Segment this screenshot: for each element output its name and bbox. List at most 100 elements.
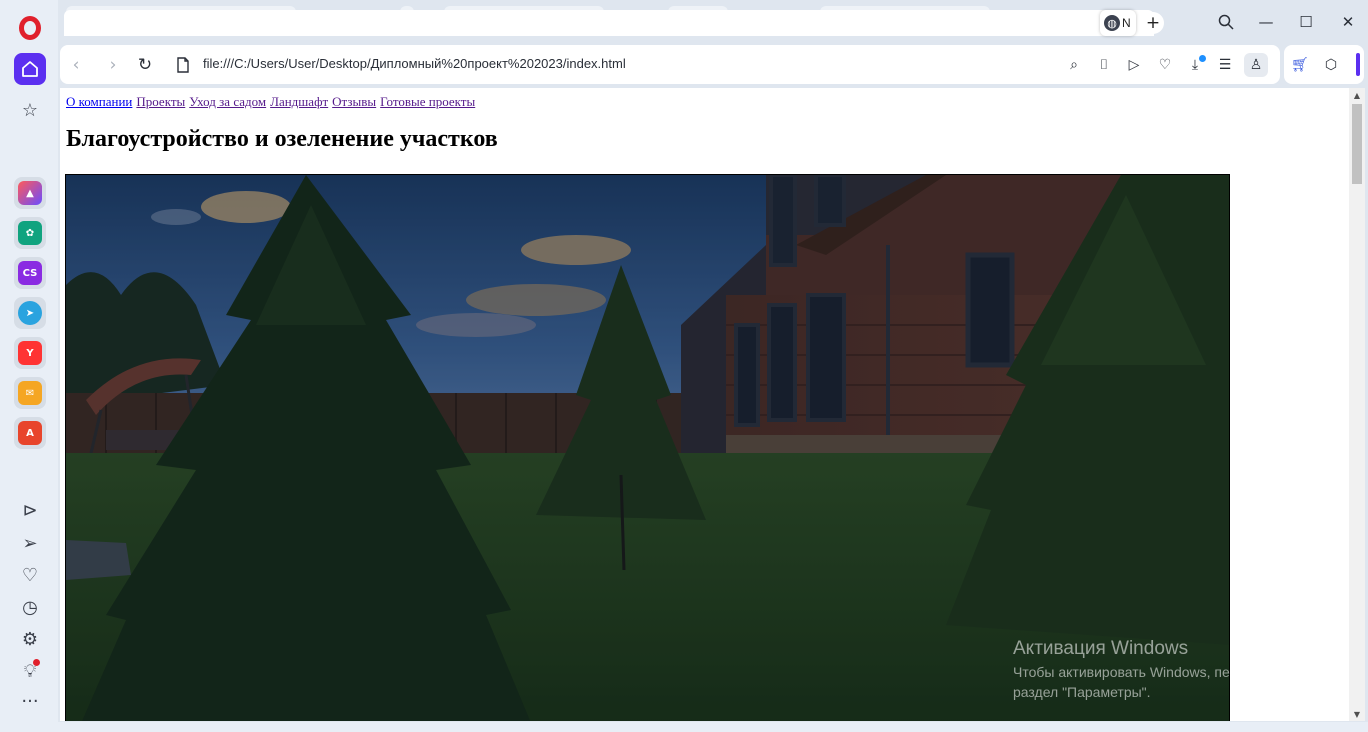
tab-bar: ◍ N + — ☐ ✕ xyxy=(58,0,1368,42)
yandex-icon: Y xyxy=(18,341,42,365)
yandex-label: Y xyxy=(26,347,34,359)
easy-setup-button[interactable]: ☰ xyxy=(1213,53,1237,77)
chevron-right-icon: › xyxy=(109,55,117,75)
camera-icon: ⌷ xyxy=(1099,57,1109,73)
star-icon: ☆ xyxy=(21,99,39,121)
site-nav: О компании Проекты Уход за садом Ландшафт От… xyxy=(66,94,479,110)
maximize-icon: ☐ xyxy=(1299,13,1313,31)
new-tab-button[interactable]: + xyxy=(1142,12,1164,34)
plus-icon: + xyxy=(1145,13,1161,33)
tab-search-button[interactable] xyxy=(1214,10,1238,34)
address-bar: ‹ › ↻ file:///C:/Users/User/Desktop/Дипл… xyxy=(60,45,1280,84)
close-icon: ✕ xyxy=(1341,13,1355,31)
page-viewport[interactable]: О компании Проекты Уход за садом Ландшафт От… xyxy=(60,88,1365,721)
flow-button[interactable]: ➢ xyxy=(17,530,43,556)
bookmarks-button[interactable]: ☆ xyxy=(17,97,43,123)
file-icon xyxy=(177,57,189,73)
chatsonic-icon: CS xyxy=(18,261,42,285)
zoom-search-icon: ⌕ xyxy=(1070,57,1078,73)
forward-button[interactable]: › xyxy=(101,53,125,77)
vertical-scrollbar[interactable]: ▲ ▼ xyxy=(1349,88,1365,721)
extensions-bar: 🛒︎ ⬡ xyxy=(1284,45,1364,84)
player-button[interactable]: ⊳ xyxy=(17,497,43,523)
more-dots-icon: ··· xyxy=(21,690,39,712)
play-circle-icon: ⊳ xyxy=(22,499,38,521)
back-button[interactable]: ‹ xyxy=(64,53,88,77)
mail-button[interactable]: ✉ xyxy=(14,377,46,409)
chatgpt-button[interactable]: ✿ xyxy=(14,217,46,249)
user-icon: ♙ xyxy=(1249,57,1263,73)
chevron-left-icon: ‹ xyxy=(72,55,80,75)
active-tab-title: N xyxy=(1122,16,1131,30)
scroll-thumb[interactable] xyxy=(1352,104,1362,184)
maximize-button[interactable]: ☐ xyxy=(1294,10,1318,34)
chatsonic-button[interactable]: CS xyxy=(14,257,46,289)
window-bottom-edge xyxy=(58,722,1368,732)
nav-link-projects[interactable]: Проекты xyxy=(136,94,185,109)
globe-icon: ◍ xyxy=(1104,15,1120,31)
clock-icon: ◷ xyxy=(22,596,38,618)
nav-link-reviews[interactable]: Отзывы xyxy=(332,94,376,109)
heart-icon: ♡ xyxy=(21,564,39,586)
favorites-button[interactable]: ♡ xyxy=(17,562,43,588)
windows-activation-title: Активация Windows xyxy=(1013,638,1189,659)
mail-icon: ✉ xyxy=(18,381,42,405)
windows-activation-line2: раздел "Параметры". xyxy=(1013,684,1151,700)
reload-button[interactable]: ↻ xyxy=(133,53,157,77)
tab-strip xyxy=(64,10,1154,36)
scroll-up-icon[interactable]: ▲ xyxy=(1349,88,1365,102)
minimize-button[interactable]: — xyxy=(1254,10,1278,34)
search-icon xyxy=(1218,14,1234,30)
add-favorite-button[interactable]: ♡ xyxy=(1153,53,1177,77)
url-field[interactable]: file:///C:/Users/User/Desktop/Дипломный%… xyxy=(203,56,626,71)
telegram-button[interactable]: ➤ xyxy=(14,297,46,329)
send-icon: ➢ xyxy=(22,532,38,554)
yandex-button[interactable]: Y xyxy=(14,337,46,369)
cart-icon: 🛒︎ xyxy=(1291,57,1309,73)
active-tab[interactable]: ◍ N xyxy=(1100,10,1136,36)
aria-icon: ▲ xyxy=(18,181,42,205)
home-icon xyxy=(22,61,38,77)
nav-link-landscape[interactable]: Ландшафт xyxy=(270,94,328,109)
opera-logo-icon[interactable] xyxy=(19,16,41,40)
translate-button[interactable]: A xyxy=(14,417,46,449)
telegram-icon: ➤ xyxy=(18,301,42,325)
download-icon: ⤓ xyxy=(1191,57,1199,73)
chatsonic-label: CS xyxy=(22,267,38,279)
nav-link-about[interactable]: О компании xyxy=(66,94,132,109)
downloads-button[interactable]: ⤓ xyxy=(1183,53,1207,77)
page-search-button[interactable]: ⌕ xyxy=(1062,53,1086,77)
home-button[interactable] xyxy=(14,53,46,85)
send-to-flow-button[interactable]: ▷ xyxy=(1122,53,1146,77)
nav-link-finished-projects[interactable]: Готовые проекты xyxy=(380,94,475,109)
send-icon: ▷ xyxy=(1128,57,1140,73)
minimize-icon: — xyxy=(1258,13,1274,31)
opera-sidebar: ☆ ▲ ✿ CS ➤ Y ✉ A ⊳ ➢ ♡ ◷ ⚙ 💡︎ ··· xyxy=(0,0,58,732)
cube-icon: ⬡ xyxy=(1324,57,1338,73)
windows-activation-line1: Чтобы активировать Windows, перейдите в xyxy=(1013,664,1295,680)
download-badge xyxy=(1199,55,1206,62)
gear-icon: ⚙ xyxy=(21,628,39,650)
settings-button[interactable]: ⚙ xyxy=(17,626,43,652)
tips-button[interactable]: 💡︎ xyxy=(17,658,43,684)
chatgpt-icon: ✿ xyxy=(18,221,42,245)
nav-link-garden-care[interactable]: Уход за садом xyxy=(189,94,266,109)
shopping-extension-button[interactable]: 🛒︎ xyxy=(1288,53,1312,77)
more-button[interactable]: ··· xyxy=(17,688,43,714)
reload-icon: ↻ xyxy=(137,55,153,75)
close-button[interactable]: ✕ xyxy=(1336,10,1360,34)
heart-icon: ♡ xyxy=(1158,57,1172,73)
translate-label: A xyxy=(26,427,34,439)
scroll-down-icon[interactable]: ▼ xyxy=(1349,707,1365,721)
sidebar-accent xyxy=(1356,53,1360,76)
extensions-button[interactable]: ⬡ xyxy=(1319,53,1343,77)
sliders-icon: ☰ xyxy=(1218,57,1232,73)
translate-icon: A xyxy=(18,421,42,445)
notification-dot xyxy=(33,659,40,666)
page-title: Благоустройство и озеленение участков xyxy=(66,126,498,152)
history-button[interactable]: ◷ xyxy=(17,594,43,620)
snapshot-button[interactable]: ⌷ xyxy=(1092,53,1116,77)
page-info-button[interactable] xyxy=(171,53,195,77)
profile-button[interactable]: ♙ xyxy=(1244,53,1268,77)
aria-button[interactable]: ▲ xyxy=(14,177,46,209)
